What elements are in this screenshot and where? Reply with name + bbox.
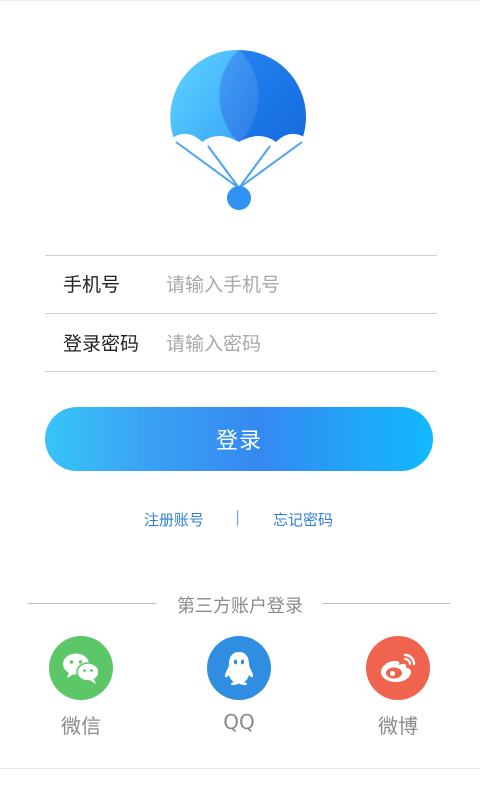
phone-input[interactable] (166, 270, 426, 300)
password-input[interactable] (166, 329, 426, 359)
password-label: 登录密码 (63, 333, 140, 355)
weibo-label: 微博 (378, 714, 418, 738)
login-button[interactable]: 登录 (45, 407, 433, 471)
top-divider (0, 0, 480, 1)
link-separator: | (235, 508, 241, 526)
bottom-divider (0, 768, 480, 769)
form-bottom-divider (45, 371, 437, 372)
weibo-login-button[interactable] (366, 636, 430, 700)
qq-login-button[interactable] (207, 636, 271, 700)
qq-icon (224, 652, 254, 686)
third-party-title: 第三方账户登录 (177, 596, 303, 617)
forgot-password-link[interactable]: 忘记密码 (273, 509, 333, 530)
register-link[interactable]: 注册账号 (144, 509, 204, 530)
weibo-icon (381, 653, 416, 682)
app-logo (170, 49, 306, 210)
wechat-login-button[interactable] (49, 636, 113, 700)
third-party-right-line (322, 603, 450, 604)
wechat-label: 微信 (61, 714, 101, 738)
form-middle-divider (45, 313, 437, 314)
wechat-icon (63, 653, 100, 684)
qq-label: QQ (223, 710, 255, 734)
form-top-divider (45, 255, 437, 256)
third-party-left-line (28, 603, 156, 604)
phone-label: 手机号 (63, 274, 121, 296)
